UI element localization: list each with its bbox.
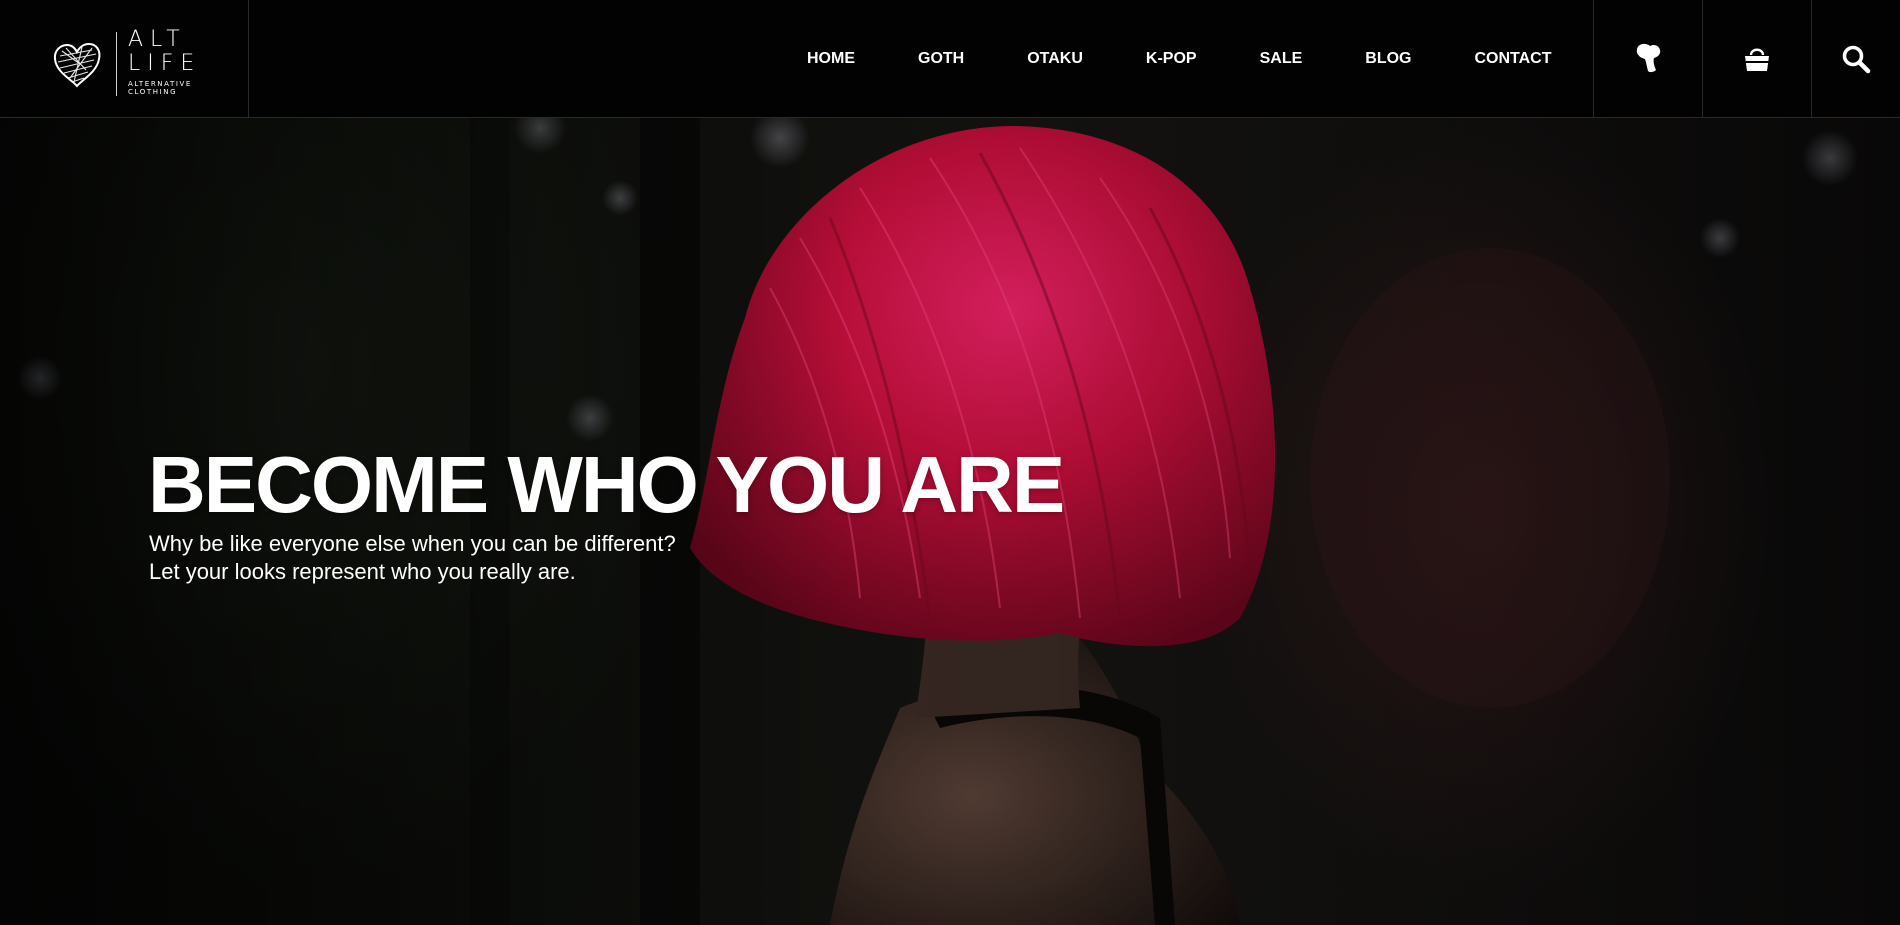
search-button[interactable] bbox=[1811, 0, 1900, 118]
nav-item-goth[interactable]: GOTH bbox=[918, 50, 964, 68]
main-nav: HOME GOTH OTAKU K-POP SALE BLOG CONTACT bbox=[780, 0, 1552, 118]
nav-item-home[interactable]: HOME bbox=[807, 50, 855, 68]
hero-subtitle: Why be like everyone else when you can b… bbox=[149, 530, 676, 586]
logo-line-1: ALT bbox=[128, 27, 187, 52]
nav-item-sale[interactable]: SALE bbox=[1260, 50, 1303, 68]
logo-divider bbox=[116, 32, 117, 96]
pin-icon bbox=[1636, 43, 1661, 73]
shopping-bag-icon bbox=[1745, 48, 1769, 71]
heart-logo-icon bbox=[53, 42, 101, 88]
nav-item-blog[interactable]: BLOG bbox=[1365, 50, 1411, 68]
site-header: ALT LIFE ALTERNATIVE CLOTHING HOME GOTH … bbox=[0, 0, 1900, 118]
nav-item-kpop[interactable]: K-POP bbox=[1146, 50, 1197, 68]
nav-item-otaku[interactable]: OTAKU bbox=[1027, 50, 1083, 68]
nav-item-contact[interactable]: CONTACT bbox=[1474, 50, 1551, 68]
pin-button[interactable] bbox=[1593, 0, 1702, 118]
hero-subtitle-line-1: Why be like everyone else when you can b… bbox=[149, 531, 676, 556]
logo-tagline-1: ALTERNATIVE bbox=[128, 80, 192, 88]
search-icon bbox=[1842, 45, 1871, 74]
hero-title: BECOME WHO YOU ARE bbox=[148, 440, 1065, 529]
site-logo[interactable]: ALT LIFE ALTERNATIVE CLOTHING bbox=[0, 0, 249, 118]
hero-subtitle-line-2: Let your looks represent who you really … bbox=[149, 559, 576, 584]
logo-tagline-2: CLOTHING bbox=[128, 88, 178, 96]
logo-line-2: LIFE bbox=[128, 51, 202, 76]
hero-section: BECOME WHO YOU ARE Why be like everyone … bbox=[0, 118, 1900, 925]
logo-wordmark: ALT LIFE ALTERNATIVE CLOTHING bbox=[128, 27, 202, 97]
cart-button[interactable] bbox=[1702, 0, 1811, 118]
